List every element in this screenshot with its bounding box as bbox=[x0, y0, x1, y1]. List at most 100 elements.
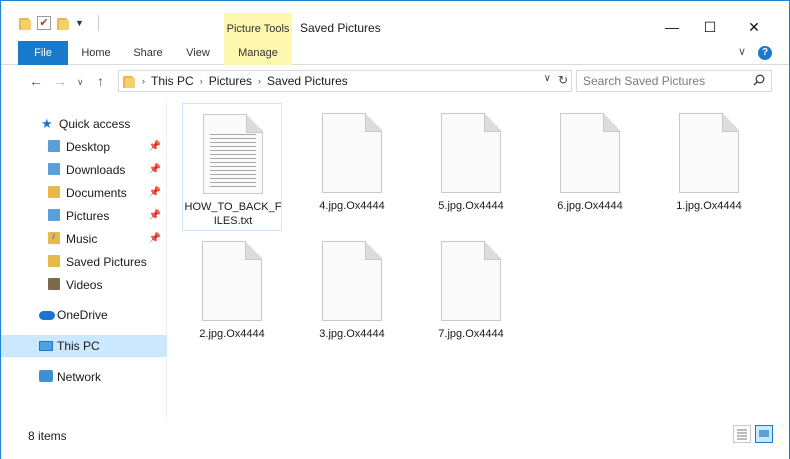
folder-icon[interactable] bbox=[19, 17, 31, 30]
file-name: 1.jpg.Ox4444 bbox=[676, 200, 742, 212]
recent-locations-caret-icon[interactable]: ∨ bbox=[77, 77, 84, 88]
sidebar-item-quick-access[interactable]: ★ Quick access bbox=[1, 113, 167, 135]
search-box[interactable] bbox=[576, 70, 772, 92]
new-folder-icon[interactable] bbox=[57, 17, 69, 30]
sidebar-item-label: Network bbox=[57, 370, 102, 384]
breadcrumb-saved-pictures[interactable]: Saved Pictures bbox=[267, 74, 348, 88]
tab-home[interactable]: Home bbox=[73, 41, 119, 65]
file-item[interactable]: HOW_TO_BACK_FILES.txt bbox=[182, 103, 282, 231]
chevron-right-icon[interactable]: › bbox=[258, 76, 261, 86]
toolbar-divider bbox=[97, 15, 99, 31]
network-icon bbox=[39, 370, 53, 384]
file-item[interactable]: 6.jpg.Ox4444 bbox=[540, 103, 640, 231]
page-corner bbox=[365, 113, 382, 132]
expand-ribbon-icon[interactable]: ∨ bbox=[738, 45, 746, 58]
file-name: 3.jpg.Ox4444 bbox=[319, 328, 385, 340]
tab-manage[interactable]: Manage bbox=[224, 41, 292, 65]
music-folder-icon: ♪ bbox=[48, 231, 62, 246]
minimize-button[interactable]: — bbox=[657, 17, 687, 37]
page-corner bbox=[365, 241, 382, 260]
file-name: 7.jpg.Ox4444 bbox=[438, 328, 504, 340]
page-corner bbox=[246, 114, 263, 133]
properties-icon[interactable]: ✔ bbox=[37, 16, 51, 30]
sidebar-item-label: Pictures bbox=[66, 209, 110, 223]
file-item[interactable]: 7.jpg.Ox4444 bbox=[421, 231, 521, 359]
file-name: 2.jpg.Ox4444 bbox=[199, 328, 265, 340]
navigation-bar: ← → ∨ ↑ › This PC › Pictures › Saved Pic… bbox=[1, 65, 789, 97]
address-bar[interactable]: › This PC › Pictures › Saved Pictures ∨ … bbox=[118, 70, 572, 92]
pin-icon[interactable]: 📌 bbox=[149, 233, 161, 244]
breadcrumb-pictures[interactable]: Pictures bbox=[209, 74, 252, 88]
file-name: 5.jpg.Ox4444 bbox=[438, 200, 504, 212]
tab-share[interactable]: Share bbox=[125, 41, 171, 65]
address-history-caret-icon[interactable]: ∨ bbox=[544, 73, 551, 84]
back-arrow-icon[interactable]: ← bbox=[29, 73, 43, 89]
sidebar-item-videos[interactable]: Videos bbox=[1, 274, 167, 296]
page-corner bbox=[484, 241, 501, 260]
chevron-right-icon[interactable]: › bbox=[200, 76, 203, 86]
file-item[interactable]: 3.jpg.Ox4444 bbox=[302, 231, 402, 359]
sidebar-item-onedrive[interactable]: OneDrive bbox=[1, 304, 167, 326]
sidebar-item-label: Desktop bbox=[66, 140, 111, 154]
documents-folder-icon bbox=[48, 186, 62, 200]
sidebar-item-label: Saved Pictures bbox=[66, 255, 147, 269]
large-icons-view-button[interactable] bbox=[755, 425, 773, 443]
pin-icon[interactable]: 📌 bbox=[149, 210, 161, 221]
tab-file[interactable]: File bbox=[18, 41, 68, 65]
status-bar: 8 items bbox=[1, 425, 789, 459]
sidebar-item-label: OneDrive bbox=[57, 308, 108, 322]
sidebar-item-downloads[interactable]: Downloads 📌 bbox=[1, 159, 167, 181]
sidebar-item-saved-pictures[interactable]: Saved Pictures bbox=[1, 251, 167, 273]
large-icons-view-icon bbox=[759, 430, 769, 437]
search-input[interactable] bbox=[577, 71, 747, 91]
explorer-window: ✔ ▼ Picture Tools Saved Pictures — ☐ ✕ F… bbox=[0, 0, 790, 459]
sidebar-item-network[interactable]: Network bbox=[1, 366, 167, 388]
downloads-folder-icon bbox=[48, 163, 62, 177]
pictures-folder-icon bbox=[48, 209, 62, 223]
forward-arrow-icon[interactable]: → bbox=[53, 73, 67, 89]
sidebar-item-label: Quick access bbox=[59, 117, 131, 131]
star-icon: ★ bbox=[41, 116, 53, 131]
breadcrumb-this-pc[interactable]: This PC bbox=[151, 74, 194, 88]
details-view-button[interactable] bbox=[733, 425, 751, 443]
file-item[interactable]: 4.jpg.Ox4444 bbox=[302, 103, 402, 231]
window-title: Saved Pictures bbox=[300, 21, 381, 35]
sidebar-item-desktop[interactable]: Desktop 📌 bbox=[1, 136, 167, 158]
file-item[interactable]: 5.jpg.Ox4444 bbox=[421, 103, 521, 231]
navigation-pane: ★ Quick access Desktop 📌 Downloads 📌 Doc… bbox=[1, 99, 167, 421]
page-corner bbox=[722, 113, 739, 132]
up-arrow-icon[interactable]: ↑ bbox=[97, 73, 104, 89]
pin-icon[interactable]: 📌 bbox=[149, 141, 161, 152]
file-item[interactable]: 1.jpg.Ox4444 bbox=[659, 103, 759, 231]
file-item[interactable]: 2.jpg.Ox4444 bbox=[182, 231, 282, 359]
videos-folder-icon bbox=[48, 278, 62, 292]
chevron-right-icon[interactable]: › bbox=[142, 76, 145, 86]
ribbon-tabs: File Home Share View Manage ∨ ? bbox=[1, 41, 789, 65]
file-name: 6.jpg.Ox4444 bbox=[557, 200, 623, 212]
item-count: 8 items bbox=[28, 429, 67, 443]
pin-icon[interactable]: 📌 bbox=[149, 164, 161, 175]
search-icon[interactable] bbox=[753, 74, 765, 86]
folder-icon bbox=[48, 255, 62, 269]
help-icon[interactable]: ? bbox=[758, 46, 772, 60]
file-name: 4.jpg.Ox4444 bbox=[319, 200, 385, 212]
file-list: HOW_TO_BACK_FILES.txt 4.jpg.Ox4444 5.jpg… bbox=[168, 99, 788, 421]
text-lines bbox=[210, 134, 256, 188]
quick-access-toolbar: ✔ ▼ bbox=[19, 15, 99, 31]
address-folder-icon bbox=[123, 75, 135, 88]
sidebar-item-this-pc[interactable]: This PC bbox=[1, 335, 167, 357]
customize-toolbar-caret-icon[interactable]: ▼ bbox=[75, 18, 84, 28]
title-bar: ✔ ▼ Picture Tools Saved Pictures — ☐ ✕ bbox=[1, 1, 789, 41]
refresh-icon[interactable]: ↻ bbox=[558, 73, 568, 87]
tab-view[interactable]: View bbox=[177, 41, 219, 65]
sidebar-item-pictures[interactable]: Pictures 📌 bbox=[1, 205, 167, 227]
maximize-button[interactable]: ☐ bbox=[695, 17, 725, 37]
sidebar-item-documents[interactable]: Documents 📌 bbox=[1, 182, 167, 204]
sidebar-item-label: Videos bbox=[66, 278, 103, 292]
close-button[interactable]: ✕ bbox=[739, 17, 769, 37]
sidebar-item-music[interactable]: ♪ Music 📌 bbox=[1, 228, 167, 250]
computer-icon bbox=[39, 339, 53, 353]
page-corner bbox=[245, 241, 262, 260]
pin-icon[interactable]: 📌 bbox=[149, 187, 161, 198]
picture-tools-context-label: Picture Tools bbox=[224, 13, 292, 41]
